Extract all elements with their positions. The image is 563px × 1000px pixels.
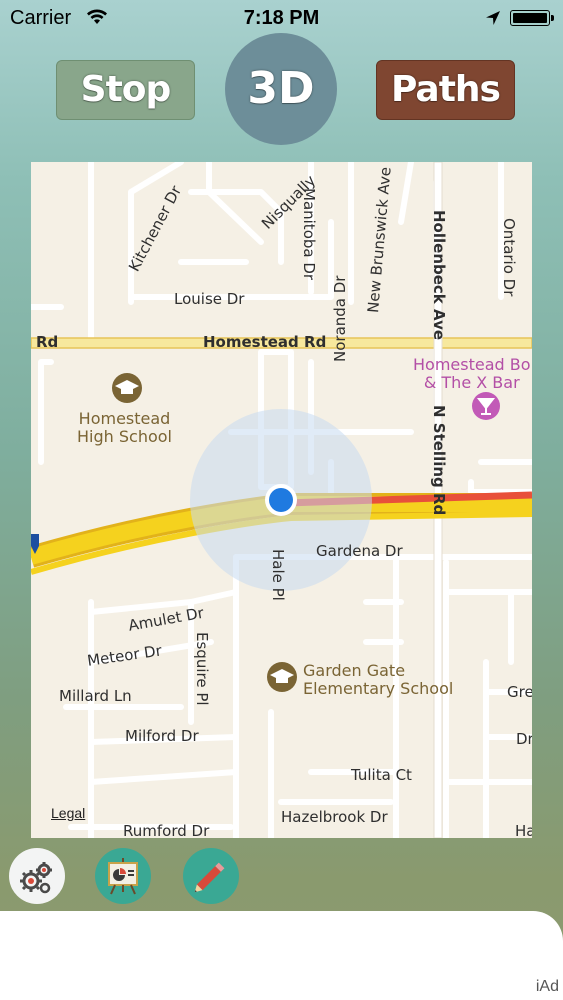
street-label: Hale Pl [269, 549, 287, 601]
ad-banner[interactable]: iAd [0, 911, 563, 1000]
presentation-chart-icon [108, 858, 138, 895]
pencil-icon [194, 862, 225, 893]
street-label: Dr [516, 730, 532, 748]
street-label: Ontario Dr [500, 218, 518, 297]
poi-homestead-bowl[interactable]: Homestead Bo & The X Bar [413, 356, 531, 392]
street-label: Esquire Pl [193, 632, 211, 706]
street-label: Gre [507, 683, 532, 701]
street-label: Louise Dr [174, 290, 245, 308]
settings-button[interactable] [9, 848, 65, 904]
draw-button[interactable] [183, 848, 239, 904]
street-label: Manitoba Dr [300, 188, 318, 281]
poi-label-line2: Elementary School [303, 679, 454, 698]
street-label: Milford Dr [125, 727, 199, 745]
3d-button[interactable]: 3D [225, 33, 337, 145]
street-label: Hollenbeck Ave [430, 210, 448, 341]
paths-button[interactable]: Paths [376, 60, 515, 120]
poi-label-line2: High School [77, 427, 172, 446]
location-arrow-icon [486, 11, 500, 25]
map-view[interactable]: Rd Homestead Rd Louise Dr Kitchener Dr N… [31, 162, 532, 838]
street-label: N Stelling Rd [430, 405, 448, 516]
legal-link[interactable]: Legal [51, 805, 85, 821]
poi-garden-gate-elementary[interactable]: Garden Gate Elementary School [303, 662, 453, 698]
street-label: Rumford Dr [123, 822, 210, 838]
presentation-button[interactable] [95, 848, 151, 904]
poi-label-line1: Homestead [78, 409, 171, 428]
stop-button[interactable]: Stop [56, 60, 195, 120]
street-label: Noranda Dr [331, 275, 349, 362]
poi-label-line2: & The X Bar [423, 373, 520, 392]
poi-label-line1: Garden Gate [303, 661, 406, 680]
battery-icon [510, 10, 554, 26]
street-label: Homestead Rd [203, 333, 327, 351]
iad-label: iAd [535, 978, 559, 995]
street-label: Millard Ln [59, 687, 132, 705]
app-screen: Carrier 7:18 PM Stop 3D Paths Rd Homeste… [0, 0, 563, 1000]
map-roads [31, 162, 532, 838]
gears-icon [20, 862, 52, 894]
street-label: Hazelbrook Dr [281, 808, 388, 826]
poi-homestead-high-school[interactable]: Homestead High School [77, 410, 172, 446]
street-label: Tulita Ct [351, 766, 412, 784]
street-label: Rd [36, 333, 59, 351]
clock: 7:18 PM [243, 7, 320, 29]
poi-label-line1: Homestead Bo [413, 355, 531, 374]
street-label: Gardena Dr [316, 542, 403, 560]
street-label: Ha [515, 822, 532, 838]
current-location-dot [269, 488, 293, 512]
